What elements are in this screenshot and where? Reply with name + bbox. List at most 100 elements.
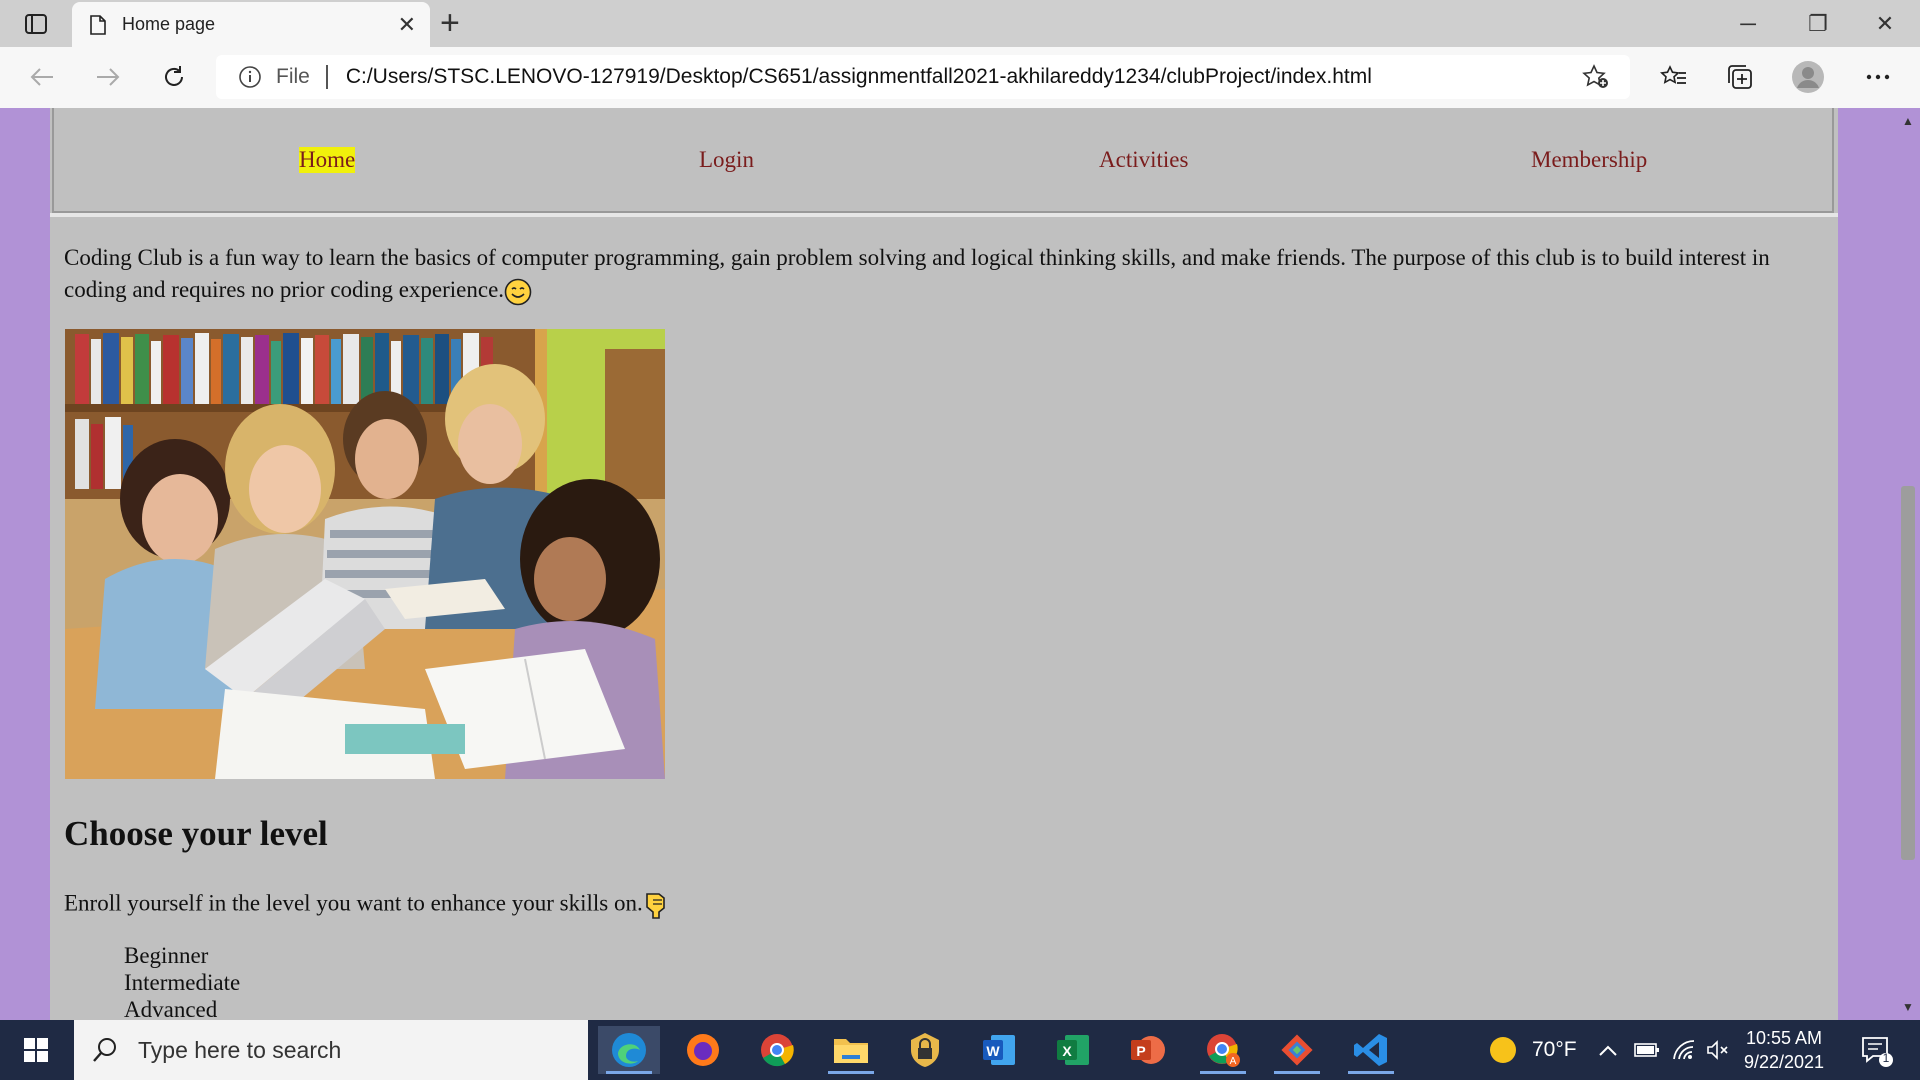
active-indicator xyxy=(1348,1071,1394,1074)
info-icon[interactable] xyxy=(238,65,262,89)
minimize-button[interactable]: ─ xyxy=(1713,0,1783,47)
sun-icon xyxy=(1490,1037,1516,1063)
students-photo-illustration xyxy=(65,329,665,779)
file-label: File xyxy=(276,65,310,88)
volume-muted-icon xyxy=(1707,1040,1728,1060)
taskbar-chrome[interactable] xyxy=(746,1026,808,1074)
smiling-face-icon xyxy=(504,278,532,306)
new-tab-button[interactable]: + xyxy=(440,6,460,40)
network-button[interactable] xyxy=(1672,1020,1696,1080)
scroll-down-arrow-icon[interactable]: ▼ xyxy=(1896,996,1920,1018)
address-bar[interactable]: File C:/Users/STSC.LENOVO-127919/Desktop… xyxy=(216,55,1630,99)
tab-title: Home page xyxy=(122,14,216,34)
clock-date: 9/22/2021 xyxy=(1743,1052,1825,1072)
tab-actions-icon xyxy=(25,14,47,34)
nav-activities-link[interactable]: Activities xyxy=(1099,147,1188,173)
browser-titlebar: Home page ✕ + ─ ❐ ✕ xyxy=(0,0,1920,47)
pointing-down-hand-icon xyxy=(645,893,665,919)
vscode-icon xyxy=(1354,1034,1387,1066)
search-icon xyxy=(93,1038,116,1062)
taskbar-powerpoint[interactable]: P xyxy=(1116,1026,1178,1074)
close-window-button[interactable]: ✕ xyxy=(1850,0,1920,47)
active-indicator xyxy=(828,1071,874,1074)
page-viewport: Home Login Activities Membership Coding … xyxy=(0,108,1920,1020)
lock-icon xyxy=(911,1033,939,1067)
weather-temperature: 70°F xyxy=(1532,1038,1577,1061)
taskbar-vscode[interactable] xyxy=(1340,1026,1402,1074)
favorites-icon xyxy=(1660,65,1686,84)
ellipsis-icon xyxy=(1866,74,1890,80)
collections-button[interactable] xyxy=(1720,59,1760,95)
taskbar-git-app[interactable] xyxy=(1266,1026,1328,1074)
scrollbar-thumb[interactable] xyxy=(1901,486,1915,860)
show-hidden-icons-button[interactable] xyxy=(1598,1020,1618,1080)
svg-text:X: X xyxy=(1062,1043,1072,1059)
enroll-paragraph: Enroll yourself in the level you want to… xyxy=(64,890,669,920)
restore-button[interactable]: ❐ xyxy=(1783,0,1853,47)
browser-tab[interactable]: Home page ✕ xyxy=(72,2,430,47)
taskbar-clock[interactable]: 10:55 AM 9/22/2021 xyxy=(1736,1026,1832,1074)
url-text[interactable]: C:/Users/STSC.LENOVO-127919/Desktop/CS65… xyxy=(346,65,1582,89)
taskbar-edge[interactable] xyxy=(598,1026,660,1074)
git-icon xyxy=(1281,1034,1313,1066)
word-icon: W xyxy=(983,1035,1015,1065)
excel-icon: X xyxy=(1057,1035,1089,1065)
refresh-button[interactable] xyxy=(154,59,194,95)
favorites-button[interactable] xyxy=(1654,59,1694,95)
back-button[interactable] xyxy=(22,59,62,95)
list-item: Advanced xyxy=(124,997,218,1020)
svg-text:A: A xyxy=(1230,1056,1237,1067)
back-arrow-icon xyxy=(30,68,53,86)
search-placeholder: Type here to search xyxy=(138,1036,342,1063)
address-toolbar: File C:/Users/STSC.LENOVO-127919/Desktop… xyxy=(0,47,1920,109)
intro-line-1: Coding Club is a fun way to learn the ba… xyxy=(64,245,1747,270)
nav-home-link[interactable]: Home xyxy=(299,147,356,173)
chrome-icon xyxy=(761,1034,794,1067)
vertical-scrollbar[interactable]: ▲ ▼ xyxy=(1896,108,1920,1020)
taskbar-vpn-app[interactable] xyxy=(894,1026,956,1074)
scroll-up-arrow-icon[interactable]: ▲ xyxy=(1896,110,1920,132)
nav-divider xyxy=(50,213,1838,217)
enroll-text: Enroll yourself in the level you want to… xyxy=(64,890,643,916)
list-item: Intermediate xyxy=(124,970,241,995)
start-button[interactable] xyxy=(0,1020,72,1080)
taskbar-firefox[interactable] xyxy=(672,1026,734,1074)
add-favorite-icon[interactable] xyxy=(1582,64,1610,90)
powerpoint-icon: P xyxy=(1131,1036,1165,1064)
active-indicator xyxy=(606,1071,652,1074)
wifi-icon xyxy=(1673,1040,1695,1060)
taskbar-word[interactable]: W xyxy=(968,1026,1030,1074)
nav-login-link[interactable]: Login xyxy=(699,147,754,173)
profile-button[interactable] xyxy=(1788,59,1828,95)
taskbar-file-explorer[interactable] xyxy=(820,1026,882,1074)
folder-icon xyxy=(834,1039,868,1063)
firefox-icon xyxy=(687,1034,719,1066)
volume-button[interactable] xyxy=(1706,1020,1730,1080)
nav-membership-link[interactable]: Membership xyxy=(1531,147,1647,173)
levels-list: Beginner Intermediate Advanced xyxy=(124,942,240,1020)
chevron-up-icon xyxy=(1599,1045,1617,1056)
close-tab-icon[interactable]: ✕ xyxy=(398,12,416,38)
more-options-button[interactable] xyxy=(1858,59,1898,95)
clock-time: 10:55 AM xyxy=(1745,1028,1823,1048)
list-item: Beginner xyxy=(124,943,209,968)
refresh-icon xyxy=(165,66,183,86)
forward-arrow-icon xyxy=(97,68,120,86)
avatar-icon xyxy=(1792,61,1824,93)
windows-taskbar: Type here to search W X P A 70°F 10:55 A… xyxy=(0,1020,1920,1080)
chrome-profile-icon: A xyxy=(1207,1034,1240,1067)
taskbar-chrome-profile[interactable]: A xyxy=(1192,1026,1254,1074)
intro-paragraph: Coding Club is a fun way to learn the ba… xyxy=(64,242,1824,306)
battery-button[interactable] xyxy=(1634,1020,1660,1080)
weather-widget[interactable]: 70°F xyxy=(1488,1020,1577,1080)
svg-text:P: P xyxy=(1136,1043,1145,1059)
site-navbar: Home Login Activities Membership xyxy=(52,108,1834,213)
active-indicator xyxy=(1200,1071,1246,1074)
tab-actions-button[interactable] xyxy=(14,10,58,38)
taskbar-search-box[interactable]: Type here to search xyxy=(74,1020,588,1080)
edge-icon xyxy=(612,1033,646,1067)
taskbar-excel[interactable]: X xyxy=(1042,1026,1104,1074)
address-separator xyxy=(325,65,328,89)
forward-button[interactable] xyxy=(88,59,128,95)
action-center-button[interactable]: 1 xyxy=(1860,1034,1900,1068)
